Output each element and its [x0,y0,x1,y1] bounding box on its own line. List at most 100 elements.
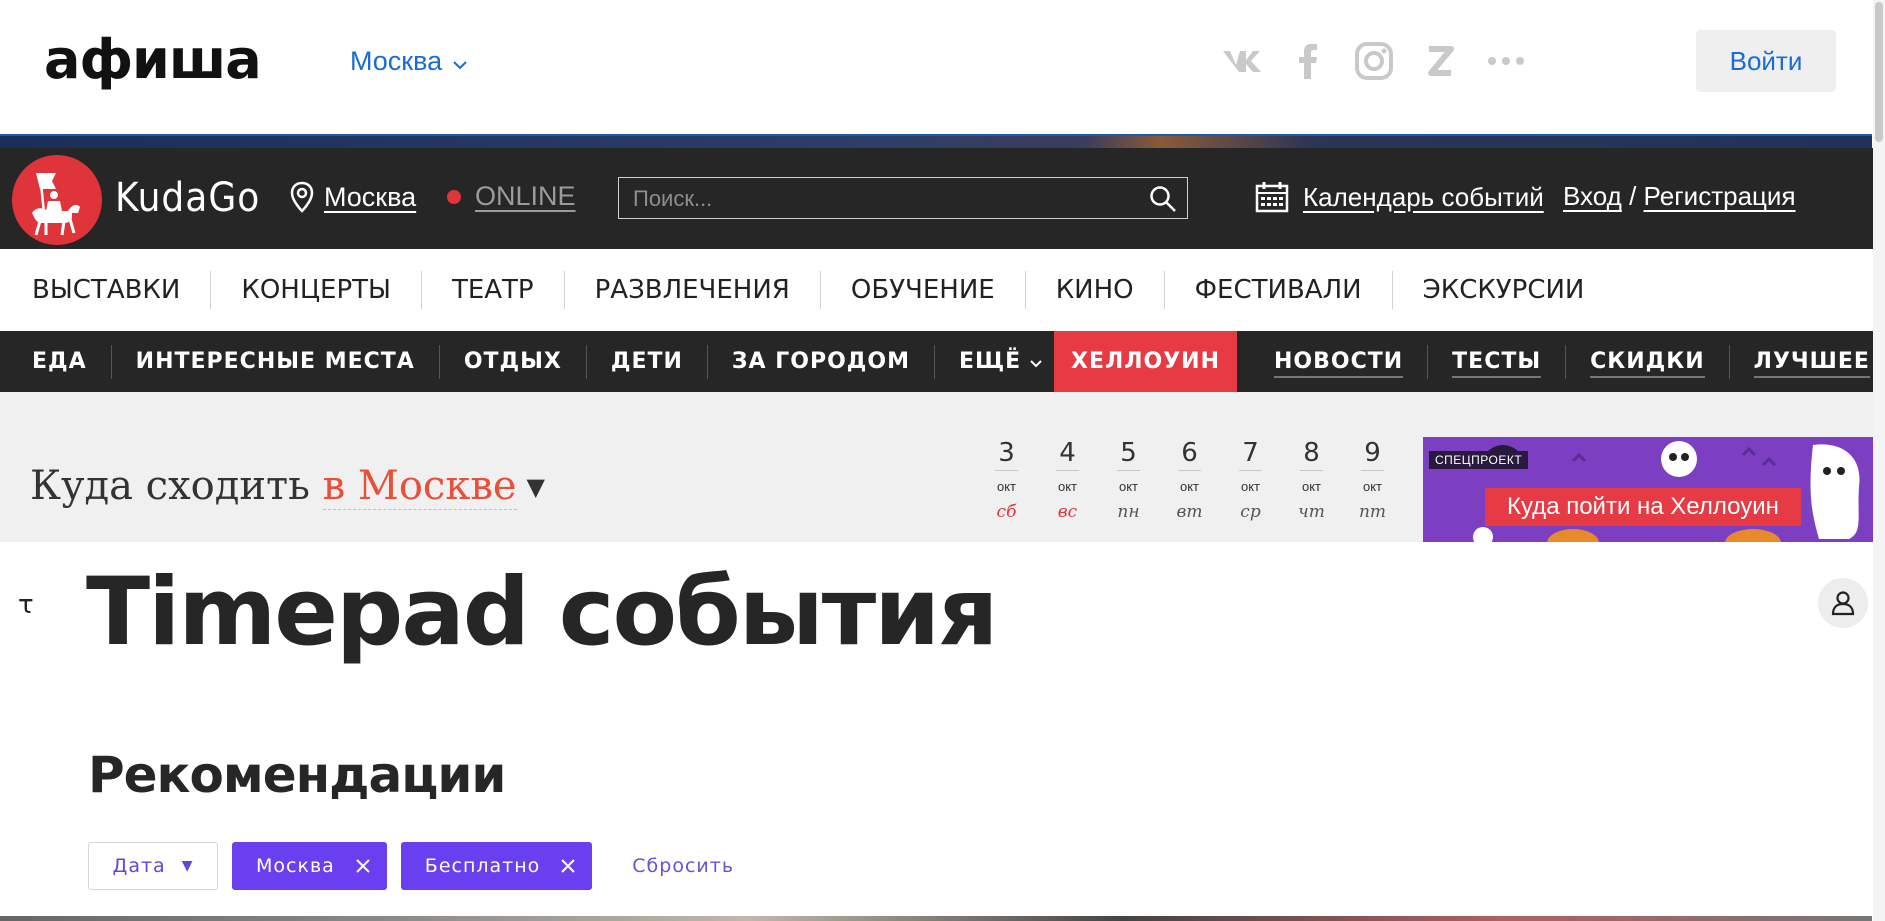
day-number: 9 [1361,436,1384,471]
afisha-login-button[interactable]: Войти [1696,30,1836,92]
vk-icon[interactable] [1220,39,1264,83]
nav-item-news-label: НОВОСТИ [1274,348,1404,378]
online-link[interactable]: ONLINE [447,181,576,212]
live-dot-icon [447,189,461,204]
nav-item-outside-city[interactable]: ЗА ГОРОДОМ [708,344,935,379]
recommendations-heading: Рекомендации [88,746,506,804]
where-to-go-prefix: Куда сходить [30,463,310,509]
nav-item-exhibitions[interactable]: ВЫСТАВКИ [0,271,212,309]
nav-item-education[interactable]: ОБУЧЕНИЕ [821,271,1026,309]
secondary-nav-left: ЕДА ИНТЕРЕСНЫЕ МЕСТА ОТДЫХ ДЕТИ ЗА ГОРОД… [0,331,1066,392]
horse-rider-icon [32,172,80,236]
day-item[interactable]: 7 окт ср [1220,436,1281,522]
day-number: 5 [1117,436,1140,471]
day-weekday: пт [1358,502,1387,522]
nav-item-places[interactable]: ИНТЕРЕСНЫЕ МЕСТА [112,344,440,379]
social-links [1220,36,1528,86]
nav-item-more-label: ЕЩЁ [958,348,1022,374]
day-month: окт [1179,479,1200,494]
where-to-go-band: Куда сходить в Москве ▼ 3 окт сб 4 окт вс 5 ок… [0,392,1885,542]
calendar-link[interactable]: Календарь событий [1255,181,1544,213]
day-number: 4 [1056,436,1079,471]
day-number: 7 [1239,436,1262,471]
day-weekday: ср [1240,502,1261,522]
zen-icon[interactable] [1418,39,1462,83]
kudago-city-selector[interactable]: Москва [290,181,416,213]
reset-filters-link[interactable]: Сбросить [632,855,734,877]
day-item[interactable]: 4 окт вс [1037,436,1098,522]
user-icon [1831,591,1855,616]
secondary-nav-right: НОВОСТИ ТЕСТЫ СКИДКИ ЛУЧШЕЕ [1250,331,1885,392]
date-filter-dropdown[interactable]: Дата ▼ [88,842,218,890]
nav-item-discounts-label: СКИДКИ [1590,348,1705,378]
nav-item-festivals[interactable]: ФЕСТИВАЛИ [1165,271,1393,309]
login-link[interactable]: Вход [1563,181,1622,211]
nav-item-tests[interactable]: ТЕСТЫ [1428,344,1567,379]
halloween-promo-banner[interactable]: СПЕЦПРОЕКТ Куда пойти на Хеллоуин [1423,437,1877,542]
kudago-header: KudaGo Москва ONLINE Календарь событий В… [0,148,1885,249]
nav-item-cinema[interactable]: КИНО [1026,271,1165,309]
day-month: окт [996,479,1017,494]
nav-item-more[interactable]: ЕЩЁ [935,345,1066,379]
date-filter-label: Дата [112,855,166,877]
secondary-nav: ЕДА ИНТЕРЕСНЫЕ МЕСТА ОТДЫХ ДЕТИ ЗА ГОРОД… [0,331,1885,392]
nav-item-theatre[interactable]: ТЕАТР [422,271,565,309]
afisha-logo[interactable]: афиша [44,30,262,90]
filter-chip-free[interactable]: Бесплатно [400,842,593,890]
close-icon[interactable] [560,858,576,874]
more-icon[interactable] [1484,39,1528,83]
search-icon[interactable] [1149,185,1177,213]
page-scrollbar[interactable] [1873,0,1885,921]
afisha-city-label: Москва [350,46,443,76]
search-box [618,177,1188,219]
afisha-header: афиша Москва Войти [0,0,1885,134]
day-item[interactable]: 8 окт чт [1281,436,1342,522]
day-item[interactable]: 5 окт пн [1098,436,1159,522]
day-number: 3 [995,436,1018,471]
profile-button[interactable] [1818,578,1868,628]
nav-item-best[interactable]: ЛУЧШЕЕ [1730,345,1885,379]
nav-item-tests-label: ТЕСТЫ [1452,348,1542,378]
filter-chip-city[interactable]: Москва [232,842,387,890]
nav-item-kids[interactable]: ДЕТИ [587,344,708,379]
where-to-go-city[interactable]: в Москве [322,463,517,510]
page-title: Timepad события [86,558,998,667]
calendar-icon [1255,182,1289,213]
nav-item-news[interactable]: НОВОСТИ [1250,344,1429,379]
kudago-logo[interactable] [12,155,102,245]
day-item[interactable]: 6 окт вт [1159,436,1220,522]
filter-chip-label: Бесплатно [424,855,541,877]
scrollbar-thumb[interactable] [1875,2,1883,142]
nav-item-entertainment[interactable]: РАЗВЛЕЧЕНИЯ [565,271,821,309]
auth-separator: / [1629,181,1637,211]
day-month: окт [1057,479,1078,494]
afisha-city-selector[interactable]: Москва [350,44,468,78]
nav-item-halloween[interactable]: ХЕЛЛОУИН [1054,331,1237,392]
nav-item-discounts[interactable]: СКИДКИ [1566,344,1730,379]
day-month: окт [1301,479,1322,494]
timepad-logo-icon[interactable]: τ [18,590,34,620]
filter-bar: Дата ▼ Москва Бесплатно Сбросить [88,842,734,890]
promo-text: Куда пойти на Хеллоуин [1485,488,1801,526]
day-month: окт [1362,479,1383,494]
promo-tag: СПЕЦПРОЕКТ [1429,451,1529,469]
kudago-wordmark[interactable]: KudaGo [115,172,260,224]
register-link[interactable]: Регистрация [1644,181,1796,211]
day-weekday: вс [1057,502,1078,522]
triangle-down-icon: ▼ [181,858,194,874]
nav-item-concerts[interactable]: КОНЦЕРТЫ [211,271,422,309]
facebook-icon[interactable] [1286,39,1330,83]
nav-item-food[interactable]: ЕДА [0,344,112,379]
day-item[interactable]: 9 окт пт [1342,436,1403,522]
nav-item-excursions[interactable]: ЭКСКУРСИИ [1393,271,1615,309]
online-label: ONLINE [475,181,576,211]
location-pin-icon [290,181,314,213]
triangle-down-icon[interactable]: ▼ [527,473,545,501]
day-item[interactable]: 3 окт сб [976,436,1037,522]
search-input[interactable] [631,182,1135,216]
close-icon[interactable] [355,858,371,874]
nav-item-rest[interactable]: ОТДЫХ [440,344,587,379]
day-number: 6 [1178,436,1201,471]
instagram-icon[interactable] [1352,39,1396,83]
day-month: окт [1240,479,1261,494]
